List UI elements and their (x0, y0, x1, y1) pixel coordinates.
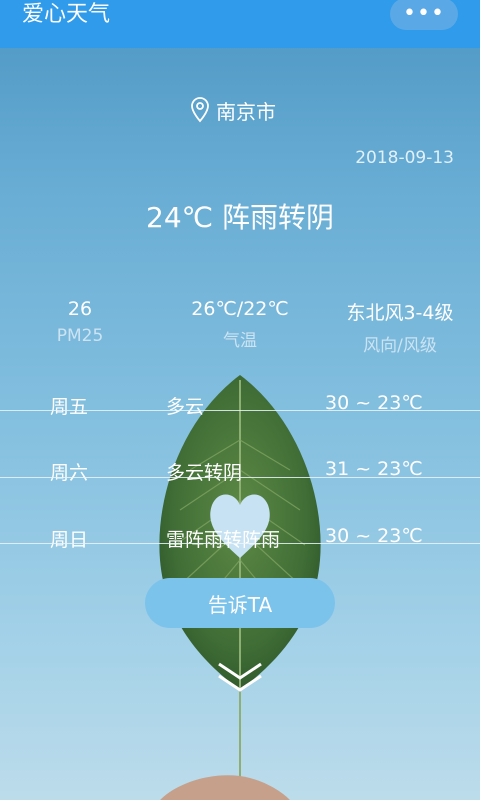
location[interactable]: 南京市 (190, 95, 276, 125)
stat-wind: 东北风3-4级 风向/风级 (320, 298, 480, 356)
city-name: 南京市 (216, 99, 276, 124)
app-title: 爱心天气 (22, 2, 111, 27)
current-weather: 24℃ 阵雨转阴 (146, 201, 334, 234)
stat-label: 气温 (223, 331, 257, 351)
stat-value: 26℃/22℃ (191, 298, 289, 320)
forecast-day: 周六 (50, 462, 89, 484)
forecast-day: 周日 (50, 529, 89, 551)
forecast-day: 周五 (50, 396, 89, 418)
stat-label: PM25 (56, 326, 104, 346)
more-menu-button[interactable]: ••• (390, 0, 458, 30)
forecast-row: 周六 多云转阴 31 ~ 23℃ (0, 448, 480, 488)
double-chevron-down-icon[interactable] (215, 660, 265, 696)
stat-temperature: 26℃/22℃ 气温 (160, 298, 320, 351)
forecast-weather: 多云转阴 (166, 462, 243, 484)
app-header: 爱心天气 ••• (0, 0, 480, 48)
stat-value: 26 (67, 298, 93, 320)
date: 2018-09-13 (355, 148, 454, 168)
divider (0, 543, 480, 544)
forecast-weather: 雷阵雨转阵雨 (166, 529, 281, 551)
stat-label: 风向/风级 (363, 336, 437, 356)
location-pin-icon (191, 97, 209, 123)
forecast-row: 周日 雷阵雨转阵雨 30 ~ 23℃ (0, 515, 480, 555)
divider (0, 477, 480, 478)
stat-value: 东北风3-4级 (346, 302, 454, 324)
divider (0, 410, 480, 411)
tell-ta-button[interactable]: 告诉TA (145, 578, 335, 628)
stat-pm25: 26 PM25 (0, 298, 160, 346)
forecast-row: 周五 多云 30 ~ 23℃ (0, 382, 480, 422)
forecast-weather: 多云 (166, 396, 205, 418)
